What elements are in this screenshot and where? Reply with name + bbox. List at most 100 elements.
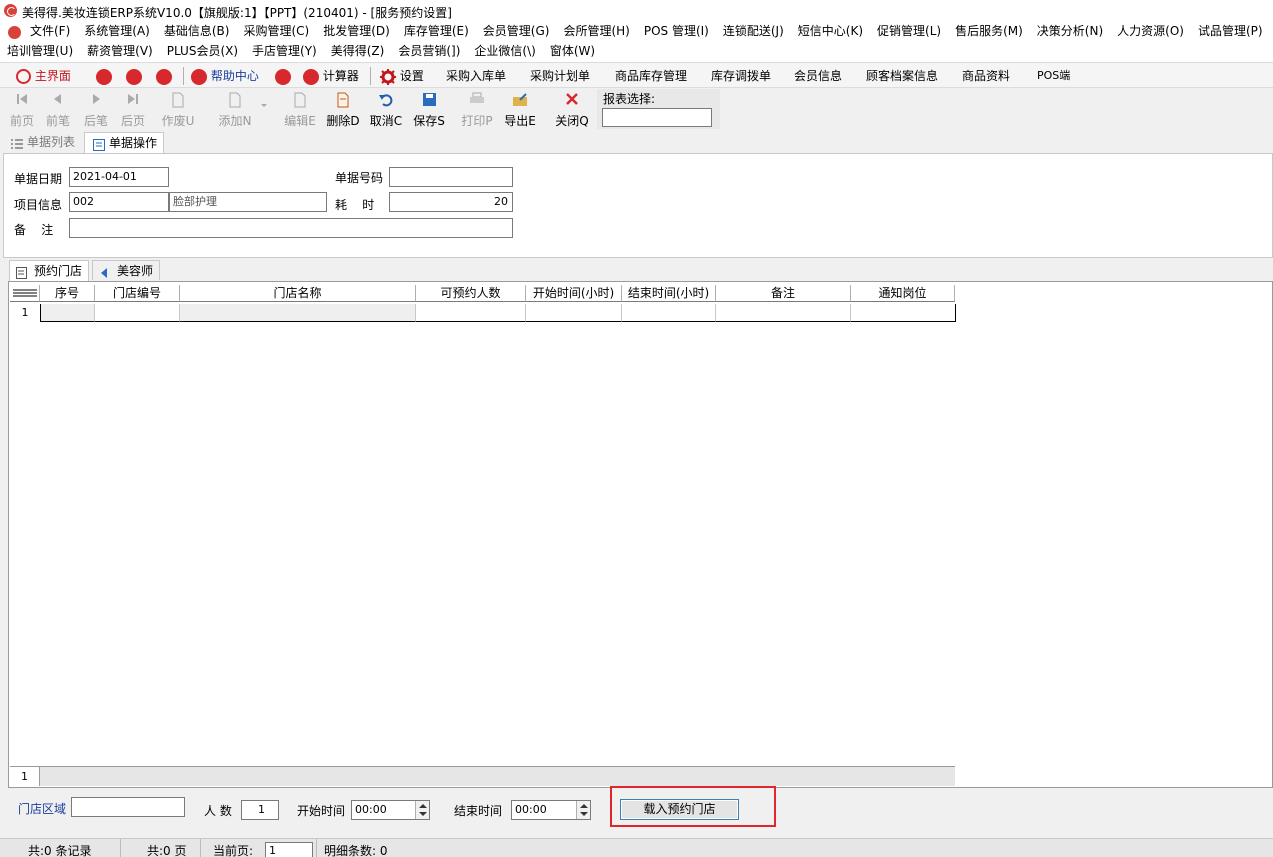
- menu-item-8[interactable]: POS 管理(I): [637, 22, 716, 41]
- settings-button[interactable]: 设置: [380, 66, 424, 86]
- menu-item-15[interactable]: 试品管理(P): [1191, 22, 1270, 41]
- menu-item-10[interactable]: 短信中心(K): [791, 22, 870, 41]
- delete-button[interactable]: 删除D: [323, 92, 363, 130]
- cell-remark[interactable]: [716, 304, 851, 322]
- date-field[interactable]: 2021-04-01: [69, 167, 169, 187]
- menu-logo-icon[interactable]: [8, 26, 21, 39]
- quick-link-purchase-in[interactable]: 采购入库单: [446, 66, 506, 86]
- menu-item-6[interactable]: 会员管理(G): [476, 22, 557, 41]
- duration-field[interactable]: 20: [389, 192, 513, 212]
- item-code-field[interactable]: 002: [69, 192, 169, 212]
- people-count-input[interactable]: 1: [241, 800, 279, 820]
- calculator-button[interactable]: 计算器: [303, 66, 359, 86]
- tab-reservation-store[interactable]: 预约门店: [9, 260, 90, 281]
- tab-beautician[interactable]: 美容师: [92, 260, 161, 280]
- status-separator: [120, 839, 121, 857]
- gear-icon: [380, 68, 396, 85]
- quick-link-product-info[interactable]: 商品资料: [962, 66, 1010, 86]
- menu-item-row2-5[interactable]: 会员营销(]): [391, 42, 467, 61]
- menu-item-row2-3[interactable]: 手店管理(Y): [245, 42, 324, 61]
- col-header-capacity[interactable]: 可预约人数: [416, 285, 526, 302]
- menu-item-3[interactable]: 采购管理(C): [236, 22, 316, 41]
- report-select-input[interactable]: [602, 108, 712, 127]
- skip-back-icon: [2, 92, 42, 110]
- menu-item-14[interactable]: 人力资源(O): [1110, 22, 1191, 41]
- cell-end-time[interactable]: [622, 304, 716, 322]
- cancel-button[interactable]: 取消C: [366, 92, 406, 130]
- home-icon-button[interactable]: [275, 66, 291, 86]
- save-button[interactable]: 保存S: [409, 92, 449, 130]
- quick-link-purchase-plan[interactable]: 采购计划单: [530, 66, 590, 86]
- lock-button[interactable]: [96, 66, 112, 86]
- quick-link-transfer[interactable]: 库存调拨单: [711, 66, 771, 86]
- cell-no[interactable]: [40, 304, 95, 322]
- quick-link-stock-manage[interactable]: 商品库存管理: [615, 66, 687, 86]
- menu-item-4[interactable]: 批发管理(D): [316, 22, 397, 41]
- compass-icon: [16, 69, 31, 84]
- item-name-field[interactable]: 脸部护理: [169, 192, 327, 212]
- add-button[interactable]: 添加N: [215, 92, 255, 130]
- menu-item-9[interactable]: 连锁配送(J): [716, 22, 791, 41]
- menu-item-0[interactable]: 文件(F): [23, 22, 77, 41]
- menu-item-row2-2[interactable]: PLUS会员(X): [160, 42, 245, 61]
- last-page-button[interactable]: 后页: [113, 92, 153, 130]
- tab-document-list[interactable]: 单据列表: [3, 132, 81, 152]
- prev-record-button[interactable]: 前笔: [38, 92, 78, 130]
- col-header-store-name[interactable]: 门店名称: [180, 285, 416, 302]
- cell-notify-post[interactable]: [851, 304, 956, 322]
- tip-button[interactable]: [156, 66, 172, 86]
- menu-item-2[interactable]: 基础信息(B): [157, 22, 237, 41]
- cell-capacity[interactable]: [416, 304, 526, 322]
- quick-link-customer-archive[interactable]: 顾客档案信息: [866, 66, 938, 86]
- cell-store-name[interactable]: [180, 304, 416, 322]
- void-button[interactable]: 作废U: [158, 92, 198, 130]
- menu-item-16[interactable]: 帐: [1270, 22, 1273, 41]
- col-header-store-code[interactable]: 门店编号: [95, 285, 180, 302]
- store-region-input[interactable]: [71, 797, 185, 817]
- menu-item-row2-0[interactable]: 培训管理(U): [0, 42, 80, 61]
- record-count: 共:0 条记录: [28, 844, 92, 857]
- chat-button[interactable]: [126, 66, 142, 86]
- print-button[interactable]: 打印P: [457, 92, 497, 130]
- document-number-field[interactable]: [389, 167, 513, 187]
- cell-store-code[interactable]: [95, 304, 180, 322]
- home-button[interactable]: 主界面: [16, 66, 71, 86]
- close-button[interactable]: 关闭Q: [552, 92, 592, 130]
- menu-item-row2-7[interactable]: 窗体(W): [543, 42, 602, 61]
- tab-document-operation[interactable]: 单据操作: [84, 132, 165, 153]
- menu-item-12[interactable]: 售后服务(M): [948, 22, 1030, 41]
- spinner-arrows-icon[interactable]: [415, 801, 429, 819]
- col-header-start-time[interactable]: 开始时间(小时): [526, 285, 622, 302]
- add-dropdown-button[interactable]: [257, 92, 271, 130]
- quick-link-member-info[interactable]: 会员信息: [794, 66, 842, 86]
- col-header-end-time[interactable]: 结束时间(小时): [622, 285, 716, 302]
- app-logo-icon: [4, 4, 17, 17]
- cell-start-time[interactable]: [526, 304, 622, 322]
- col-header-notify-post[interactable]: 通知岗位: [851, 285, 955, 302]
- load-reservation-stores-button[interactable]: 载入预约门店: [620, 799, 739, 820]
- spinner-arrows-icon[interactable]: [576, 801, 590, 819]
- current-page-input[interactable]: 1: [265, 842, 313, 857]
- document-edit-icon: [280, 92, 320, 110]
- menu-item-1[interactable]: 系统管理(A): [77, 22, 157, 41]
- report-select-label: 报表选择:: [603, 92, 656, 106]
- col-header-remark[interactable]: 备注: [716, 285, 851, 302]
- menu-item-5[interactable]: 库存管理(E): [397, 22, 476, 41]
- help-center-button[interactable]: 帮助中心: [191, 66, 259, 86]
- col-header-no[interactable]: 序号: [40, 285, 95, 302]
- quick-link-pos[interactable]: POS端: [1037, 66, 1070, 86]
- edit-button[interactable]: 编辑E: [280, 92, 320, 130]
- menu-item-row2-6[interactable]: 企业微信(\): [467, 42, 542, 61]
- menu-item-13[interactable]: 决策分析(N): [1030, 22, 1110, 41]
- menu-item-11[interactable]: 促销管理(L): [870, 22, 948, 41]
- remark-field[interactable]: [69, 218, 513, 238]
- menu-item-row2-4[interactable]: 美得得(Z): [324, 42, 392, 61]
- menu-item-7[interactable]: 会所管理(H): [556, 22, 636, 41]
- export-button[interactable]: 导出E: [500, 92, 540, 130]
- first-page-button[interactable]: 前页: [2, 92, 42, 130]
- start-time-spinner[interactable]: 00:00: [351, 800, 430, 820]
- end-time-spinner[interactable]: 00:00: [511, 800, 591, 820]
- next-record-button[interactable]: 后笔: [76, 92, 116, 130]
- menu-item-row2-1[interactable]: 薪资管理(V): [80, 42, 160, 61]
- grid-corner-handle[interactable]: [10, 285, 40, 302]
